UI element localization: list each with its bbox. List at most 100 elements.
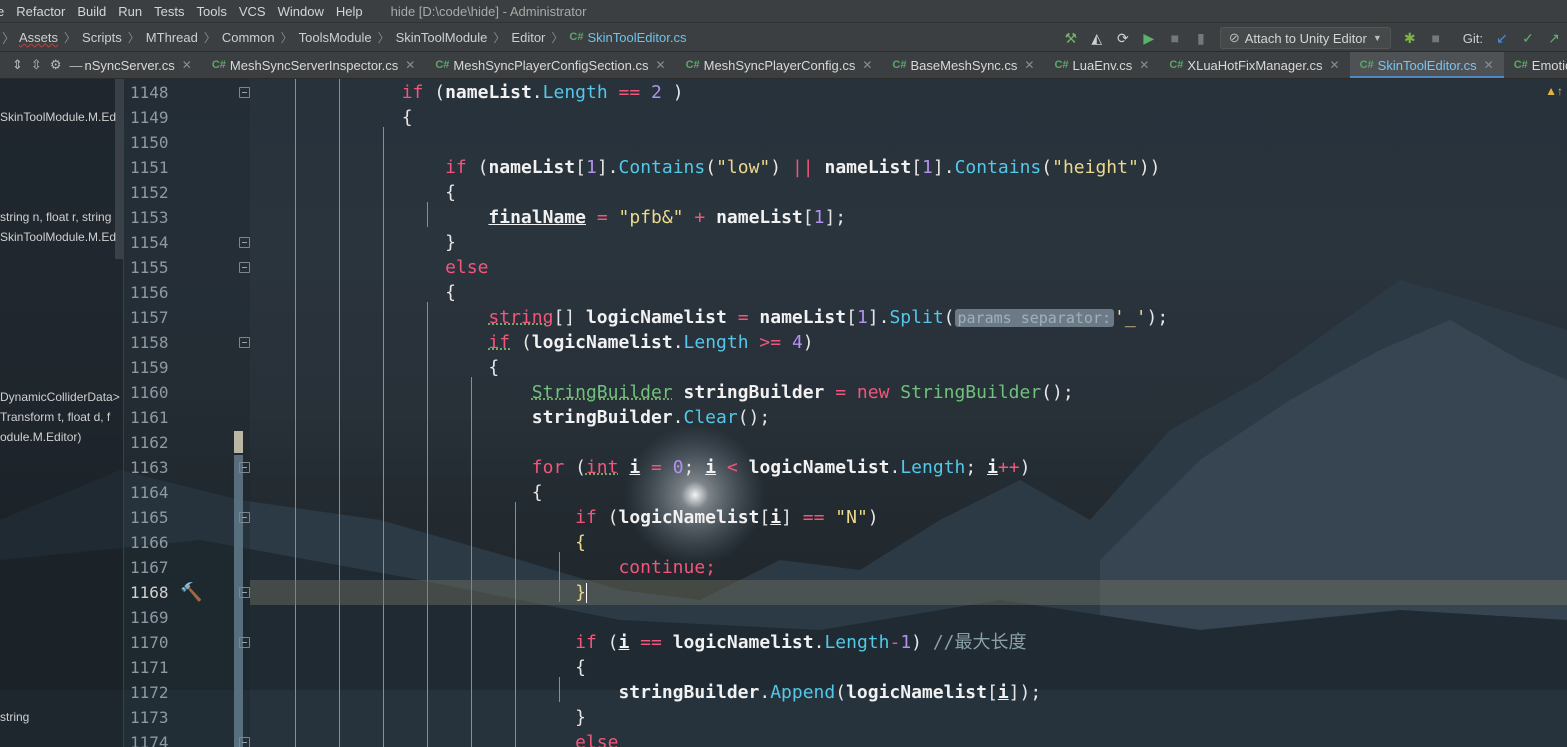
menu-item-help[interactable]: Help bbox=[330, 4, 369, 19]
expand-all-icon[interactable]: ⇕ bbox=[12, 57, 23, 73]
breadcrumb-item-file[interactable]: SkinToolEditor.cs bbox=[587, 30, 686, 45]
warning-icon[interactable]: ▲↑ bbox=[1545, 84, 1563, 98]
fold-marker-icon[interactable] bbox=[239, 587, 250, 598]
code-line: { bbox=[250, 657, 586, 678]
close-icon[interactable]: ✕ bbox=[182, 58, 192, 72]
attach-label: Attach to Unity Editor bbox=[1244, 30, 1367, 46]
menu-item-edit[interactable]: e bbox=[0, 4, 10, 19]
tab-skintooleditor[interactable]: C# SkinToolEditor.cs ✕ bbox=[1349, 52, 1504, 78]
git-update-icon[interactable]: ↙ bbox=[1489, 25, 1515, 51]
close-icon[interactable]: ✕ bbox=[1330, 58, 1340, 72]
structure-item[interactable]: string bbox=[0, 710, 29, 724]
code-line: finalName = "pfb&" + nameList[1]; bbox=[488, 207, 847, 228]
string-literal: "pfb&" bbox=[618, 207, 684, 228]
close-icon[interactable]: ✕ bbox=[1139, 58, 1149, 72]
breadcrumb-item-scripts[interactable]: Scripts bbox=[82, 30, 122, 45]
close-icon[interactable]: ✕ bbox=[862, 58, 872, 72]
git-push-icon[interactable]: ↗ bbox=[1541, 25, 1567, 51]
structure-item[interactable]: SkinToolModule.M.Ed bbox=[0, 110, 116, 124]
gear-icon[interactable]: ⚙ bbox=[50, 57, 62, 73]
code-line: } bbox=[250, 707, 586, 728]
breadcrumb-item-editor[interactable]: Editor bbox=[511, 30, 545, 45]
run-icon[interactable]: ▶ bbox=[1136, 25, 1162, 51]
line-number: 1164 bbox=[130, 483, 169, 502]
fold-marker-icon[interactable] bbox=[239, 637, 250, 648]
tab-meshsyncserverinspector[interactable]: C# MeshSyncServerInspector.cs ✕ bbox=[202, 52, 425, 78]
menu-item-tools[interactable]: Tools bbox=[191, 4, 233, 19]
chevron-down-icon: ▼ bbox=[1372, 33, 1382, 43]
line-number: 1172 bbox=[130, 683, 169, 702]
code-line: } bbox=[250, 232, 456, 253]
csharp-file-icon: C# bbox=[685, 59, 700, 71]
menu-item-vcs[interactable]: VCS bbox=[233, 4, 272, 19]
refresh-icon[interactable]: ⟳ bbox=[1110, 25, 1136, 51]
breadcrumb-item-mthread[interactable]: MThread bbox=[146, 30, 198, 45]
structure-panel: SkinToolModule.M.Ed string n, float r, s… bbox=[0, 79, 124, 747]
stop-icon[interactable]: ■ bbox=[1162, 25, 1188, 51]
close-icon[interactable]: ✕ bbox=[405, 58, 415, 72]
breadcrumb-item-assets[interactable]: Assets bbox=[19, 30, 58, 45]
close-icon[interactable]: ✕ bbox=[1024, 58, 1034, 72]
structure-item[interactable]: odule.M.Editor) bbox=[0, 430, 81, 444]
tab-luaenv[interactable]: C# LuaEnv.cs ✕ bbox=[1044, 52, 1159, 78]
menu-item-tests[interactable]: Tests bbox=[148, 4, 190, 19]
structure-item[interactable]: Transform t, float d, f bbox=[0, 410, 110, 424]
unity-icon[interactable]: ◭ bbox=[1084, 25, 1110, 51]
close-icon[interactable]: ✕ bbox=[1484, 58, 1494, 72]
collapse-all-icon[interactable]: ⇳ bbox=[31, 57, 42, 73]
vcs-change-bar[interactable] bbox=[234, 455, 243, 747]
fold-marker-icon[interactable] bbox=[239, 337, 250, 348]
fold-marker-icon[interactable] bbox=[239, 262, 250, 273]
code-line: stringBuilder.Append(logicNamelist[i]); bbox=[618, 682, 1042, 703]
line-number: 1154 bbox=[130, 233, 169, 252]
breadcrumb-item-common[interactable]: Common bbox=[222, 30, 275, 45]
tab-meshsyncserver[interactable]: nSyncServer.cs ✕ bbox=[82, 52, 201, 78]
tab-emotion[interactable]: C#EmotionI bbox=[1504, 52, 1567, 78]
menu-bar: e Refactor Build Run Tests Tools VCS Win… bbox=[0, 0, 1567, 22]
code-editor[interactable]: if (nameList.Length == 2 ) { if (nameLis… bbox=[250, 79, 1567, 747]
tab-basemeshsync[interactable]: C# BaseMeshSync.cs ✕ bbox=[882, 52, 1044, 78]
hammer-icon[interactable]: 🔨 bbox=[180, 582, 202, 603]
line-number: 1148 bbox=[130, 83, 169, 102]
vcs-change-marker[interactable] bbox=[234, 431, 243, 453]
code-line: else bbox=[575, 732, 619, 747]
tab-meshsyncplayerconfig[interactable]: C# MeshSyncPlayerConfig.cs ✕ bbox=[676, 52, 883, 78]
editor-gutter[interactable]: 1148 1149 1150 1151 1152 1153 1154 1155 … bbox=[124, 79, 250, 747]
attach-to-unity-dropdown[interactable]: ⊘ Attach to Unity Editor ▼ bbox=[1219, 27, 1391, 49]
stop-debug-icon[interactable]: ■ bbox=[1423, 25, 1449, 51]
minimize-icon[interactable]: — bbox=[69, 58, 82, 73]
line-number: 1149 bbox=[130, 108, 169, 127]
menu-item-window[interactable]: Window bbox=[272, 4, 330, 19]
tab-meshsyncplayerconfigsection[interactable]: C# MeshSyncPlayerConfigSection.cs ✕ bbox=[425, 52, 675, 78]
breadcrumb-item-toolsmodule[interactable]: ToolsModule bbox=[299, 30, 372, 45]
structure-item[interactable]: string n, float r, string bbox=[0, 210, 111, 224]
pause-icon[interactable]: ▮ bbox=[1188, 25, 1214, 51]
code-line: if (logicNamelist.Length >= 4) bbox=[488, 332, 814, 353]
structure-item[interactable]: SkinToolModule.M.Ed bbox=[0, 230, 116, 244]
breadcrumb-item-skintoolmodule[interactable]: SkinToolModule bbox=[396, 30, 488, 45]
build-hammer-icon[interactable]: ⚒ bbox=[1058, 25, 1084, 51]
menu-item-refactor[interactable]: Refactor bbox=[10, 4, 71, 19]
git-commit-icon[interactable]: ✓ bbox=[1515, 25, 1541, 51]
structure-scrollbar[interactable] bbox=[115, 79, 123, 259]
close-icon[interactable]: ✕ bbox=[656, 58, 666, 72]
menu-item-build[interactable]: Build bbox=[71, 4, 112, 19]
tab-tools: ⇕ ⇳ ⚙ — bbox=[0, 57, 82, 73]
fold-marker-icon[interactable] bbox=[239, 737, 250, 747]
code-line: if (nameList[1].Contains("low") || nameL… bbox=[445, 157, 1161, 178]
csharp-file-icon: C# bbox=[892, 59, 907, 71]
line-number: 1152 bbox=[130, 183, 169, 202]
structure-item[interactable]: DynamicColliderData> bbox=[0, 390, 120, 404]
fold-marker-icon[interactable] bbox=[239, 462, 250, 473]
menu-item-run[interactable]: Run bbox=[112, 4, 148, 19]
fold-marker-icon[interactable] bbox=[239, 87, 250, 98]
line-number: 1163 bbox=[130, 458, 169, 477]
fold-marker-icon[interactable] bbox=[239, 237, 250, 248]
tab-label: MeshSyncPlayerConfig.cs bbox=[703, 57, 856, 73]
tab-xluahotfixmanager[interactable]: C# XLuaHotFixManager.cs ✕ bbox=[1159, 52, 1349, 78]
code-line: continue; bbox=[618, 557, 717, 578]
debug-bug-icon[interactable]: ✱ bbox=[1397, 25, 1423, 51]
fold-marker-icon[interactable] bbox=[239, 512, 250, 523]
